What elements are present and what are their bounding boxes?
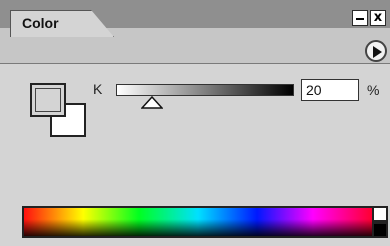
color-panel: x Color K %: [0, 0, 390, 246]
close-button[interactable]: x: [370, 10, 386, 26]
close-icon: x: [373, 10, 383, 25]
channel-label: K: [93, 81, 103, 97]
foreground-color-swatch[interactable]: [30, 83, 66, 117]
white-swatch[interactable]: [374, 206, 388, 222]
black-swatch[interactable]: [374, 222, 388, 238]
minimize-icon: [356, 18, 364, 20]
k-slider-thumb-icon[interactable]: [141, 96, 163, 110]
percent-unit-label: %: [367, 82, 380, 98]
k-slider-track[interactable]: [116, 84, 294, 96]
play-arrow-icon: [373, 46, 382, 58]
k-value-input[interactable]: [301, 79, 359, 101]
panel-menu-button[interactable]: [365, 40, 387, 62]
color-spectrum-bar[interactable]: [22, 206, 374, 238]
tab-label[interactable]: Color: [22, 15, 59, 31]
minimize-button[interactable]: [352, 10, 368, 26]
